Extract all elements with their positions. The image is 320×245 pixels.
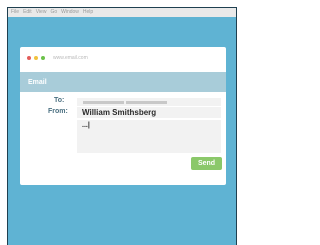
browser-window: www.email.com Email To: From: William Sm… [20,47,226,185]
email-header-title: Email [28,78,47,86]
close-window-icon[interactable] [27,56,31,60]
menu-help[interactable]: Help [83,8,93,17]
from-value: William Smithsberg [82,108,157,117]
maximize-window-icon[interactable] [41,56,45,60]
minimize-window-icon[interactable] [34,56,38,60]
menu-go[interactable]: Go [50,8,57,17]
email-header: Email [20,72,226,92]
to-label: To: [54,97,65,104]
menu-edit[interactable]: Edit [23,8,32,17]
message-body-field[interactable]: ...| [77,120,221,153]
menu-view[interactable]: View [36,8,47,17]
message-body-text: ...| [82,122,90,129]
window-titlebar: www.email.com [20,47,226,69]
menu-file[interactable]: File [11,8,19,17]
from-label: From: [48,108,68,115]
from-field[interactable]: William Smithsberg [77,107,221,118]
menu-window[interactable]: Window [61,8,79,17]
send-button[interactable]: Send [191,157,222,170]
desktop-screen: File Edit View Go Window Help www.email.… [7,7,237,245]
to-recipient-placeholder [83,101,124,104]
menu-bar: File Edit View Go Window Help [8,8,236,17]
to-recipient-placeholder [126,101,167,104]
to-field[interactable] [77,98,221,106]
address-bar[interactable]: www.email.com [53,55,88,61]
